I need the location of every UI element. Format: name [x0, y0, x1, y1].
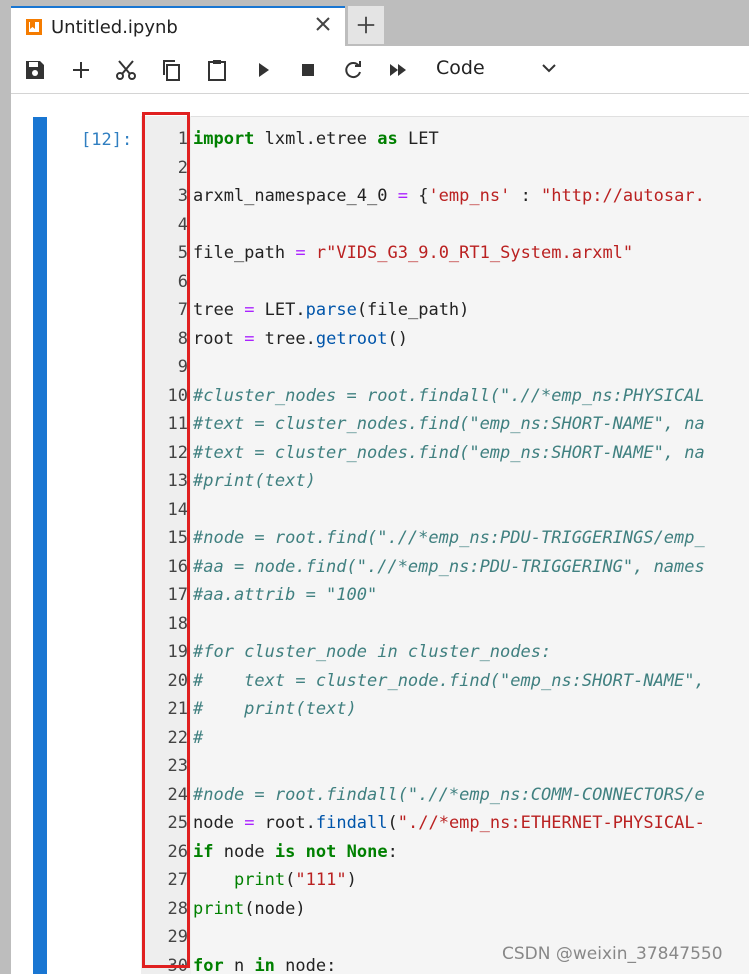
scissors-icon[interactable] — [114, 58, 138, 82]
code-line[interactable]: print("111") — [193, 866, 357, 894]
code-line[interactable]: #node = root.findall(".//*emp_ns:COMM-CO… — [193, 781, 705, 809]
code-line[interactable]: root = tree.getroot() — [193, 325, 408, 353]
stop-icon[interactable] — [296, 58, 320, 82]
insert-cell-button[interactable] — [69, 58, 93, 82]
code-line[interactable]: file_path = r"VIDS_G3_9.0_RT1_System.arx… — [193, 239, 633, 267]
code-line[interactable]: for n in node: — [193, 952, 336, 974]
tab-untitled-notebook[interactable]: Untitled.ipynb — [11, 6, 345, 46]
plus-icon — [357, 16, 375, 34]
restart-icon[interactable] — [341, 58, 365, 82]
plus-icon — [73, 62, 89, 78]
code-line[interactable]: print(node) — [193, 895, 306, 923]
active-cell-indicator — [33, 117, 47, 974]
notebook-icon — [25, 18, 43, 36]
fast-forward-icon[interactable] — [387, 58, 411, 82]
paste-icon[interactable] — [205, 58, 229, 82]
code-line[interactable]: #aa.attrib = "100" — [193, 581, 377, 609]
code-line[interactable]: arxml_namespace_4_0 = {'emp_ns' : "http:… — [193, 182, 705, 210]
code-line[interactable]: node = root.findall(".//*emp_ns:ETHERNET… — [193, 809, 705, 837]
code-line[interactable]: #cluster_nodes = root.findall(".//*emp_n… — [193, 382, 705, 410]
save-icon[interactable] — [23, 58, 47, 82]
code-line[interactable]: #aa = node.find(".//*emp_ns:PDU-TRIGGERI… — [193, 553, 705, 581]
code-line[interactable]: #text = cluster_nodes.find("emp_ns:SHORT… — [193, 410, 705, 438]
code-line[interactable]: if node is not None: — [193, 838, 398, 866]
copy-icon[interactable] — [159, 58, 183, 82]
notebook-panel: [12]: 1 import lxml.etree as LET 2 3 arxml_n… — [11, 94, 749, 974]
highlight-box — [142, 112, 190, 968]
chevron-down-icon[interactable] — [539, 58, 559, 78]
code-line[interactable]: #print(text) — [193, 467, 316, 495]
tab-title: Untitled.ipynb — [51, 17, 178, 38]
code-line[interactable]: # print(text) — [193, 695, 357, 723]
close-icon[interactable] — [313, 14, 333, 34]
notebook-toolbar: Code — [11, 46, 749, 94]
code-line[interactable]: #node = root.find(".//*emp_ns:PDU-TRIGGE… — [193, 524, 705, 552]
execution-prompt: [12]: — [81, 130, 133, 150]
code-line[interactable]: # — [193, 724, 203, 752]
watermark: CSDN @weixin_37847550 — [502, 944, 723, 964]
cell-type-select[interactable]: Code — [436, 57, 485, 79]
add-tab-button[interactable] — [348, 6, 384, 44]
code-line[interactable]: # text = cluster_node.find("emp_ns:SHORT… — [193, 667, 705, 695]
code-line[interactable]: import lxml.etree as LET — [193, 125, 439, 153]
code-line[interactable]: #text = cluster_nodes.find("emp_ns:SHORT… — [193, 439, 705, 467]
code-line[interactable]: #for cluster_node in cluster_nodes: — [193, 638, 551, 666]
code-line[interactable]: tree = LET.parse(file_path) — [193, 296, 469, 324]
run-icon[interactable] — [251, 58, 275, 82]
tab-bar: Untitled.ipynb — [0, 0, 749, 46]
